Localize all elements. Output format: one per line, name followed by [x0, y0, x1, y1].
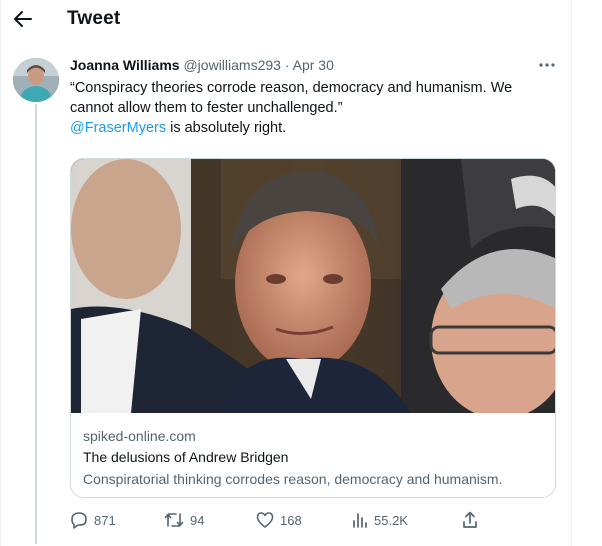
card-domain: spiked-online.com — [83, 428, 196, 444]
tweet-text-line: @FraserMyers is absolutely right. — [70, 118, 550, 138]
author-name[interactable]: Joanna Williams — [70, 57, 180, 73]
view-count: 55.2K — [374, 512, 408, 528]
views-icon — [353, 513, 367, 528]
right-border — [571, 0, 572, 546]
more-button[interactable] — [537, 57, 557, 73]
card-title: The delusions of Andrew Bridgen — [83, 449, 289, 465]
header: Tweet — [0, 0, 571, 42]
reply-count: 871 — [94, 512, 116, 528]
reply-button[interactable]: 871 — [70, 508, 116, 532]
views-button[interactable]: 55.2K — [352, 508, 408, 532]
like-count: 168 — [280, 512, 302, 528]
reply-icon — [71, 512, 87, 529]
more-icon — [539, 63, 555, 67]
tweet-date[interactable]: Apr 30 — [293, 57, 334, 73]
retweet-icon — [164, 513, 184, 527]
thread-line — [35, 104, 37, 544]
action-bar: 871 94 168 55.2K — [70, 508, 490, 532]
page-title: Tweet — [67, 8, 121, 29]
share-icon — [463, 511, 477, 528]
avatar[interactable] — [13, 58, 59, 102]
tweet-text-line: “Conspiracy theories corrode reason, dem… — [70, 80, 513, 96]
card-description: Conspiratorial thinking corrodes reason,… — [83, 471, 503, 487]
mention-link[interactable]: @FraserMyers — [70, 120, 166, 136]
author-handle[interactable]: @jowilliams293 — [183, 57, 280, 73]
retweet-count: 94 — [190, 512, 205, 528]
author-row: Joanna Williams @jowilliams293 · Apr 30 — [70, 57, 334, 73]
card-image — [71, 159, 555, 419]
back-arrow-icon — [14, 11, 32, 27]
tweet-text-line: cannot allow them to fester unchallenged… — [70, 100, 343, 116]
tweet-text-rest: is absolutely right. — [166, 120, 287, 136]
tweet-text: “Conspiracy theories corrode reason, dem… — [70, 78, 550, 138]
retweet-button[interactable]: 94 — [164, 508, 204, 532]
link-card[interactable]: spiked-online.com The delusions of Andre… — [70, 158, 556, 498]
like-button[interactable]: 168 — [256, 508, 302, 532]
share-button[interactable] — [462, 508, 478, 532]
like-icon — [256, 512, 274, 528]
card-meta: spiked-online.com The delusions of Andre… — [71, 413, 555, 497]
back-button[interactable] — [10, 6, 36, 32]
separator-dot: · — [284, 57, 290, 73]
left-border — [0, 0, 1, 546]
